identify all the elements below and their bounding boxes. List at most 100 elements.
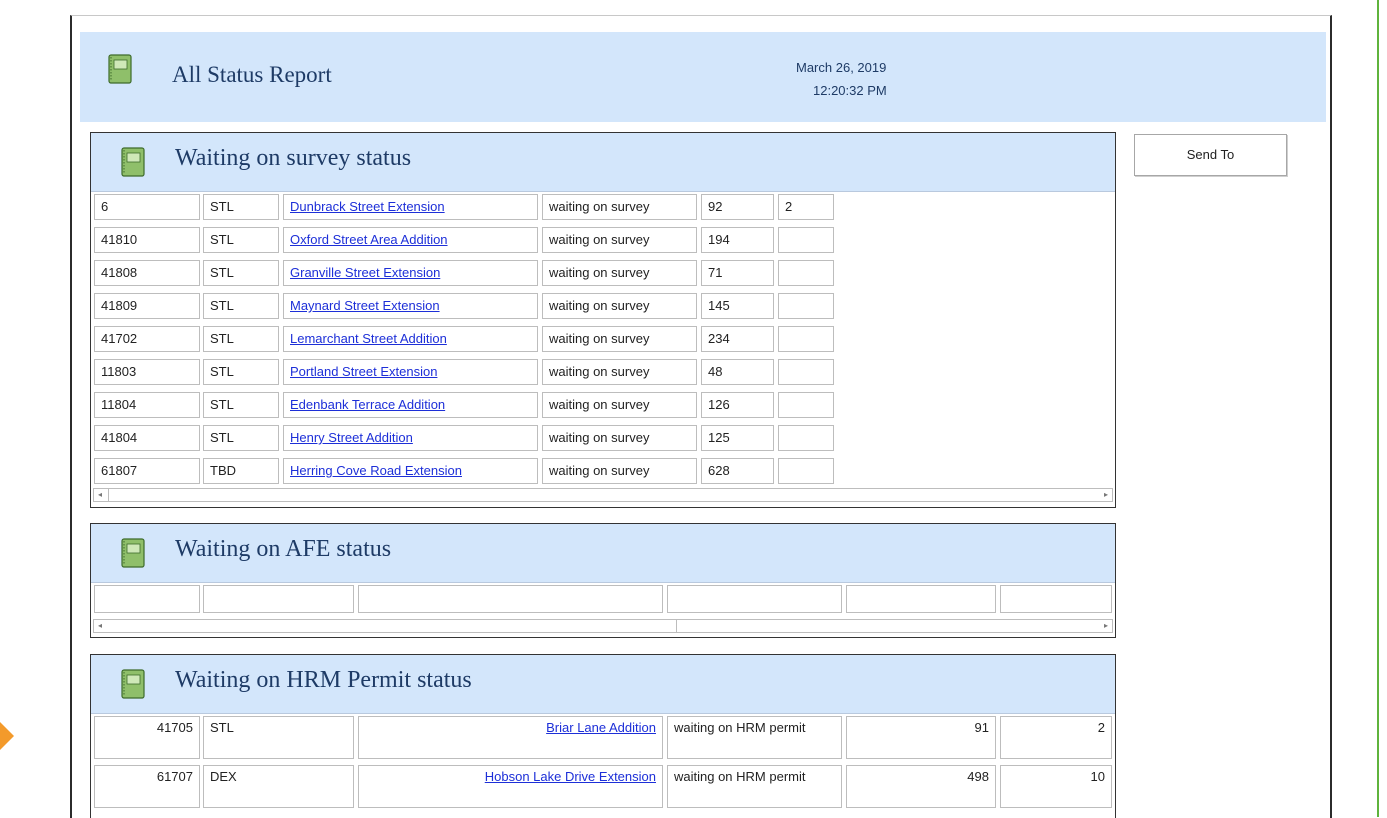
notebook-icon	[108, 54, 132, 84]
scroll-right-icon[interactable]: ▸	[1100, 620, 1112, 632]
status-cell[interactable]: waiting on survey	[542, 359, 697, 385]
status-cell[interactable]: waiting on HRM permit	[667, 716, 842, 759]
count-cell[interactable]: 10	[1000, 765, 1112, 808]
horizontal-scrollbar[interactable]: ◂ ▸	[93, 619, 1113, 633]
code-cell[interactable]: STL	[203, 227, 279, 253]
report-window: All Status Report March 26, 2019 12:20:3…	[70, 15, 1332, 818]
afe-status-subform: Waiting on AFE status ◂ ▸	[90, 523, 1116, 638]
count-cell[interactable]	[778, 326, 834, 352]
id-cell[interactable]: 41702	[94, 326, 200, 352]
id-cell[interactable]: 41808	[94, 260, 200, 286]
project-link[interactable]: Edenbank Terrace Addition	[283, 392, 538, 418]
number-cell[interactable]: 234	[701, 326, 774, 352]
subform-header: Waiting on AFE status	[91, 524, 1115, 583]
scroll-left-icon[interactable]: ◂	[94, 620, 106, 632]
status-cell[interactable]: waiting on HRM permit	[667, 765, 842, 808]
code-cell[interactable]: STL	[203, 326, 279, 352]
hrm-permit-status-title: Waiting on HRM Permit status	[175, 667, 472, 693]
pointer-arrow-icon	[0, 722, 14, 750]
id-cell[interactable]: 41804	[94, 425, 200, 451]
id-cell[interactable]: 6	[94, 194, 200, 220]
count-cell[interactable]	[778, 359, 834, 385]
code-cell[interactable]: DEX	[203, 765, 354, 808]
code-cell[interactable]: STL	[203, 716, 354, 759]
number-cell[interactable]	[846, 585, 996, 613]
code-cell[interactable]: STL	[203, 293, 279, 319]
count-cell[interactable]	[778, 425, 834, 451]
project-link[interactable]: Dunbrack Street Extension	[283, 194, 538, 220]
project-link[interactable]: Lemarchant Street Addition	[283, 326, 538, 352]
status-cell[interactable]: waiting on survey	[542, 392, 697, 418]
id-cell[interactable]: 41705	[94, 716, 200, 759]
status-cell[interactable]: waiting on survey	[542, 293, 697, 319]
notebook-icon	[121, 669, 145, 699]
id-cell[interactable]	[94, 585, 200, 613]
code-cell[interactable]: STL	[203, 392, 279, 418]
scroll-left-icon[interactable]: ◂	[94, 489, 106, 501]
count-cell[interactable]	[778, 293, 834, 319]
project-link[interactable]: Maynard Street Extension	[283, 293, 538, 319]
scrollbar-thumb[interactable]	[108, 489, 109, 501]
code-cell[interactable]: STL	[203, 194, 279, 220]
send-to-button[interactable]: Send To	[1134, 134, 1287, 176]
status-cell[interactable]: waiting on survey	[542, 326, 697, 352]
id-cell[interactable]: 61707	[94, 765, 200, 808]
number-cell[interactable]: 92	[701, 194, 774, 220]
project-link[interactable]: Oxford Street Area Addition	[283, 227, 538, 253]
count-cell[interactable]	[778, 392, 834, 418]
count-cell[interactable]	[778, 260, 834, 286]
number-cell[interactable]: 48	[701, 359, 774, 385]
project-link[interactable]: Herring Cove Road Extension	[283, 458, 538, 484]
status-cell[interactable]: waiting on survey	[542, 260, 697, 286]
project-link[interactable]: Henry Street Addition	[283, 425, 538, 451]
subform-header: Waiting on survey status	[91, 133, 1115, 192]
scroll-right-icon[interactable]: ▸	[1100, 489, 1112, 501]
code-cell[interactable]: STL	[203, 260, 279, 286]
id-cell[interactable]: 61807	[94, 458, 200, 484]
hrm-permit-status-subform: Waiting on HRM Permit status 41705 STL Bri…	[90, 654, 1116, 818]
code-cell[interactable]	[203, 585, 354, 613]
report-date: March 26, 2019	[796, 60, 887, 75]
project-link[interactable]: Granville Street Extension	[283, 260, 538, 286]
count-cell[interactable]	[778, 227, 834, 253]
notebook-icon	[121, 538, 145, 568]
report-time: 12:20:32 PM	[813, 83, 887, 98]
number-cell[interactable]: 194	[701, 227, 774, 253]
status-cell[interactable]: waiting on survey	[542, 458, 697, 484]
horizontal-scrollbar[interactable]: ◂ ▸	[93, 488, 1113, 502]
id-cell[interactable]: 11803	[94, 359, 200, 385]
status-cell[interactable]: waiting on survey	[542, 227, 697, 253]
id-cell[interactable]: 41810	[94, 227, 200, 253]
report-title: All Status Report	[172, 62, 332, 87]
subform-header: Waiting on HRM Permit status	[91, 655, 1115, 714]
count-cell[interactable]	[778, 458, 834, 484]
scrollbar-thumb[interactable]	[108, 620, 677, 632]
survey-status-title: Waiting on survey status	[175, 145, 412, 171]
status-cell[interactable]: waiting on survey	[542, 425, 697, 451]
code-cell[interactable]: TBD	[203, 458, 279, 484]
id-cell[interactable]: 11804	[94, 392, 200, 418]
number-cell[interactable]: 498	[846, 765, 996, 808]
project-link[interactable]: Briar Lane Addition	[358, 716, 663, 759]
count-cell[interactable]	[1000, 585, 1112, 613]
report-header: All Status Report March 26, 2019 12:20:3…	[80, 32, 1326, 122]
number-cell[interactable]: 126	[701, 392, 774, 418]
project-link[interactable]	[358, 585, 663, 613]
count-cell[interactable]: 2	[778, 194, 834, 220]
count-cell[interactable]: 2	[1000, 716, 1112, 759]
notebook-icon	[121, 147, 145, 177]
number-cell[interactable]: 91	[846, 716, 996, 759]
number-cell[interactable]: 125	[701, 425, 774, 451]
number-cell[interactable]: 71	[701, 260, 774, 286]
status-cell[interactable]	[667, 585, 842, 613]
code-cell[interactable]: STL	[203, 359, 279, 385]
number-cell[interactable]: 145	[701, 293, 774, 319]
window-edge-line	[1377, 0, 1379, 817]
project-link[interactable]: Portland Street Extension	[283, 359, 538, 385]
status-cell[interactable]: waiting on survey	[542, 194, 697, 220]
afe-status-title: Waiting on AFE status	[175, 536, 392, 562]
number-cell[interactable]: 628	[701, 458, 774, 484]
code-cell[interactable]: STL	[203, 425, 279, 451]
id-cell[interactable]: 41809	[94, 293, 200, 319]
project-link[interactable]: Hobson Lake Drive Extension	[358, 765, 663, 808]
